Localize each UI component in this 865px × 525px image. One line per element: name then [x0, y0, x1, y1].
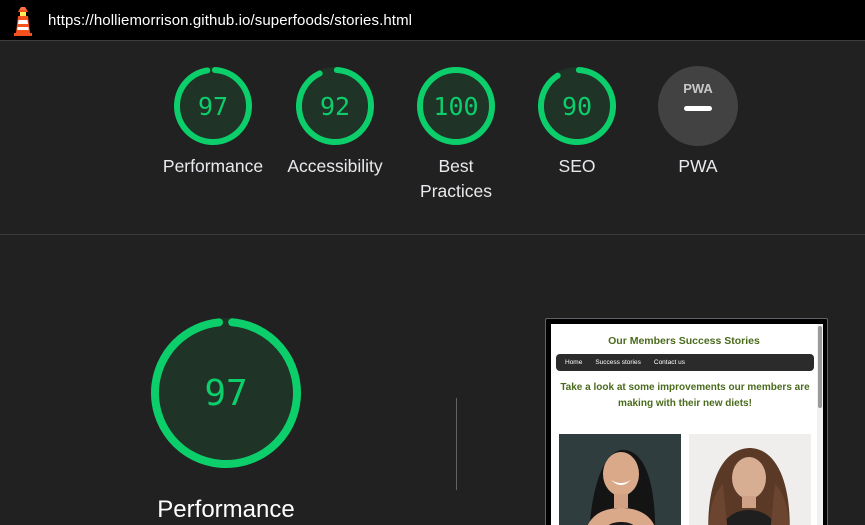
final-screenshot[interactable]: Our Members Success Stories Home Success… [545, 318, 828, 525]
screenshot-nav: Home Success stories Contact us [556, 354, 814, 371]
gauge-label: Accessibility [287, 156, 383, 176]
gauge-accessibility[interactable]: 92 Accessibility [275, 65, 395, 179]
screenshot-subtitle: Take a look at some improvements our mem… [560, 382, 810, 409]
gauge-seo[interactable]: 90 SEO [517, 65, 637, 179]
lighthouse-icon [14, 7, 32, 36]
gauge-score: 100 [433, 92, 478, 121]
performance-gauge-large: 97 [151, 318, 301, 468]
gauge-label: Performance [162, 156, 264, 176]
pwa-dash-icon [684, 106, 712, 111]
category-gauges: 97 Performance 92 Accessibility 100 Best… [0, 41, 865, 234]
nav-item: Success stories [595, 359, 641, 366]
main-category-label: Performance [157, 496, 295, 523]
section-divider [0, 234, 865, 235]
screenshot-scrollbar[interactable] [817, 324, 823, 525]
page-url[interactable]: https://holliemorrison.github.io/superfo… [48, 12, 412, 29]
main-score: 97 [204, 373, 247, 414]
gauge-score: 97 [198, 92, 228, 121]
pwa-badge-icon: PWA [683, 81, 713, 96]
scrollbar-thumb[interactable] [818, 326, 822, 408]
gauge-score: 90 [562, 92, 592, 121]
gauge-label: SEO [558, 156, 596, 176]
gauge-label: Best Practices [420, 156, 492, 201]
gauge-label: PWA [678, 156, 718, 176]
screenshot-viewport: Our Members Success Stories Home Success… [551, 324, 817, 525]
vertical-separator [456, 398, 457, 490]
gauge-performance[interactable]: 97 Performance [153, 65, 273, 179]
url-bar: https://holliemorrison.github.io/superfo… [0, 0, 865, 41]
member-photo-1 [559, 434, 681, 525]
gauge-score: 92 [320, 92, 350, 121]
gauge-best-practices[interactable]: 100 Best Practices [396, 65, 516, 204]
nav-item: Home [565, 359, 583, 366]
nav-item: Contact us [653, 359, 685, 366]
screenshot-title: Our Members Success Stories [608, 335, 760, 347]
gauge-pwa[interactable]: PWA PWA [638, 65, 758, 179]
member-photo-2 [689, 434, 811, 525]
